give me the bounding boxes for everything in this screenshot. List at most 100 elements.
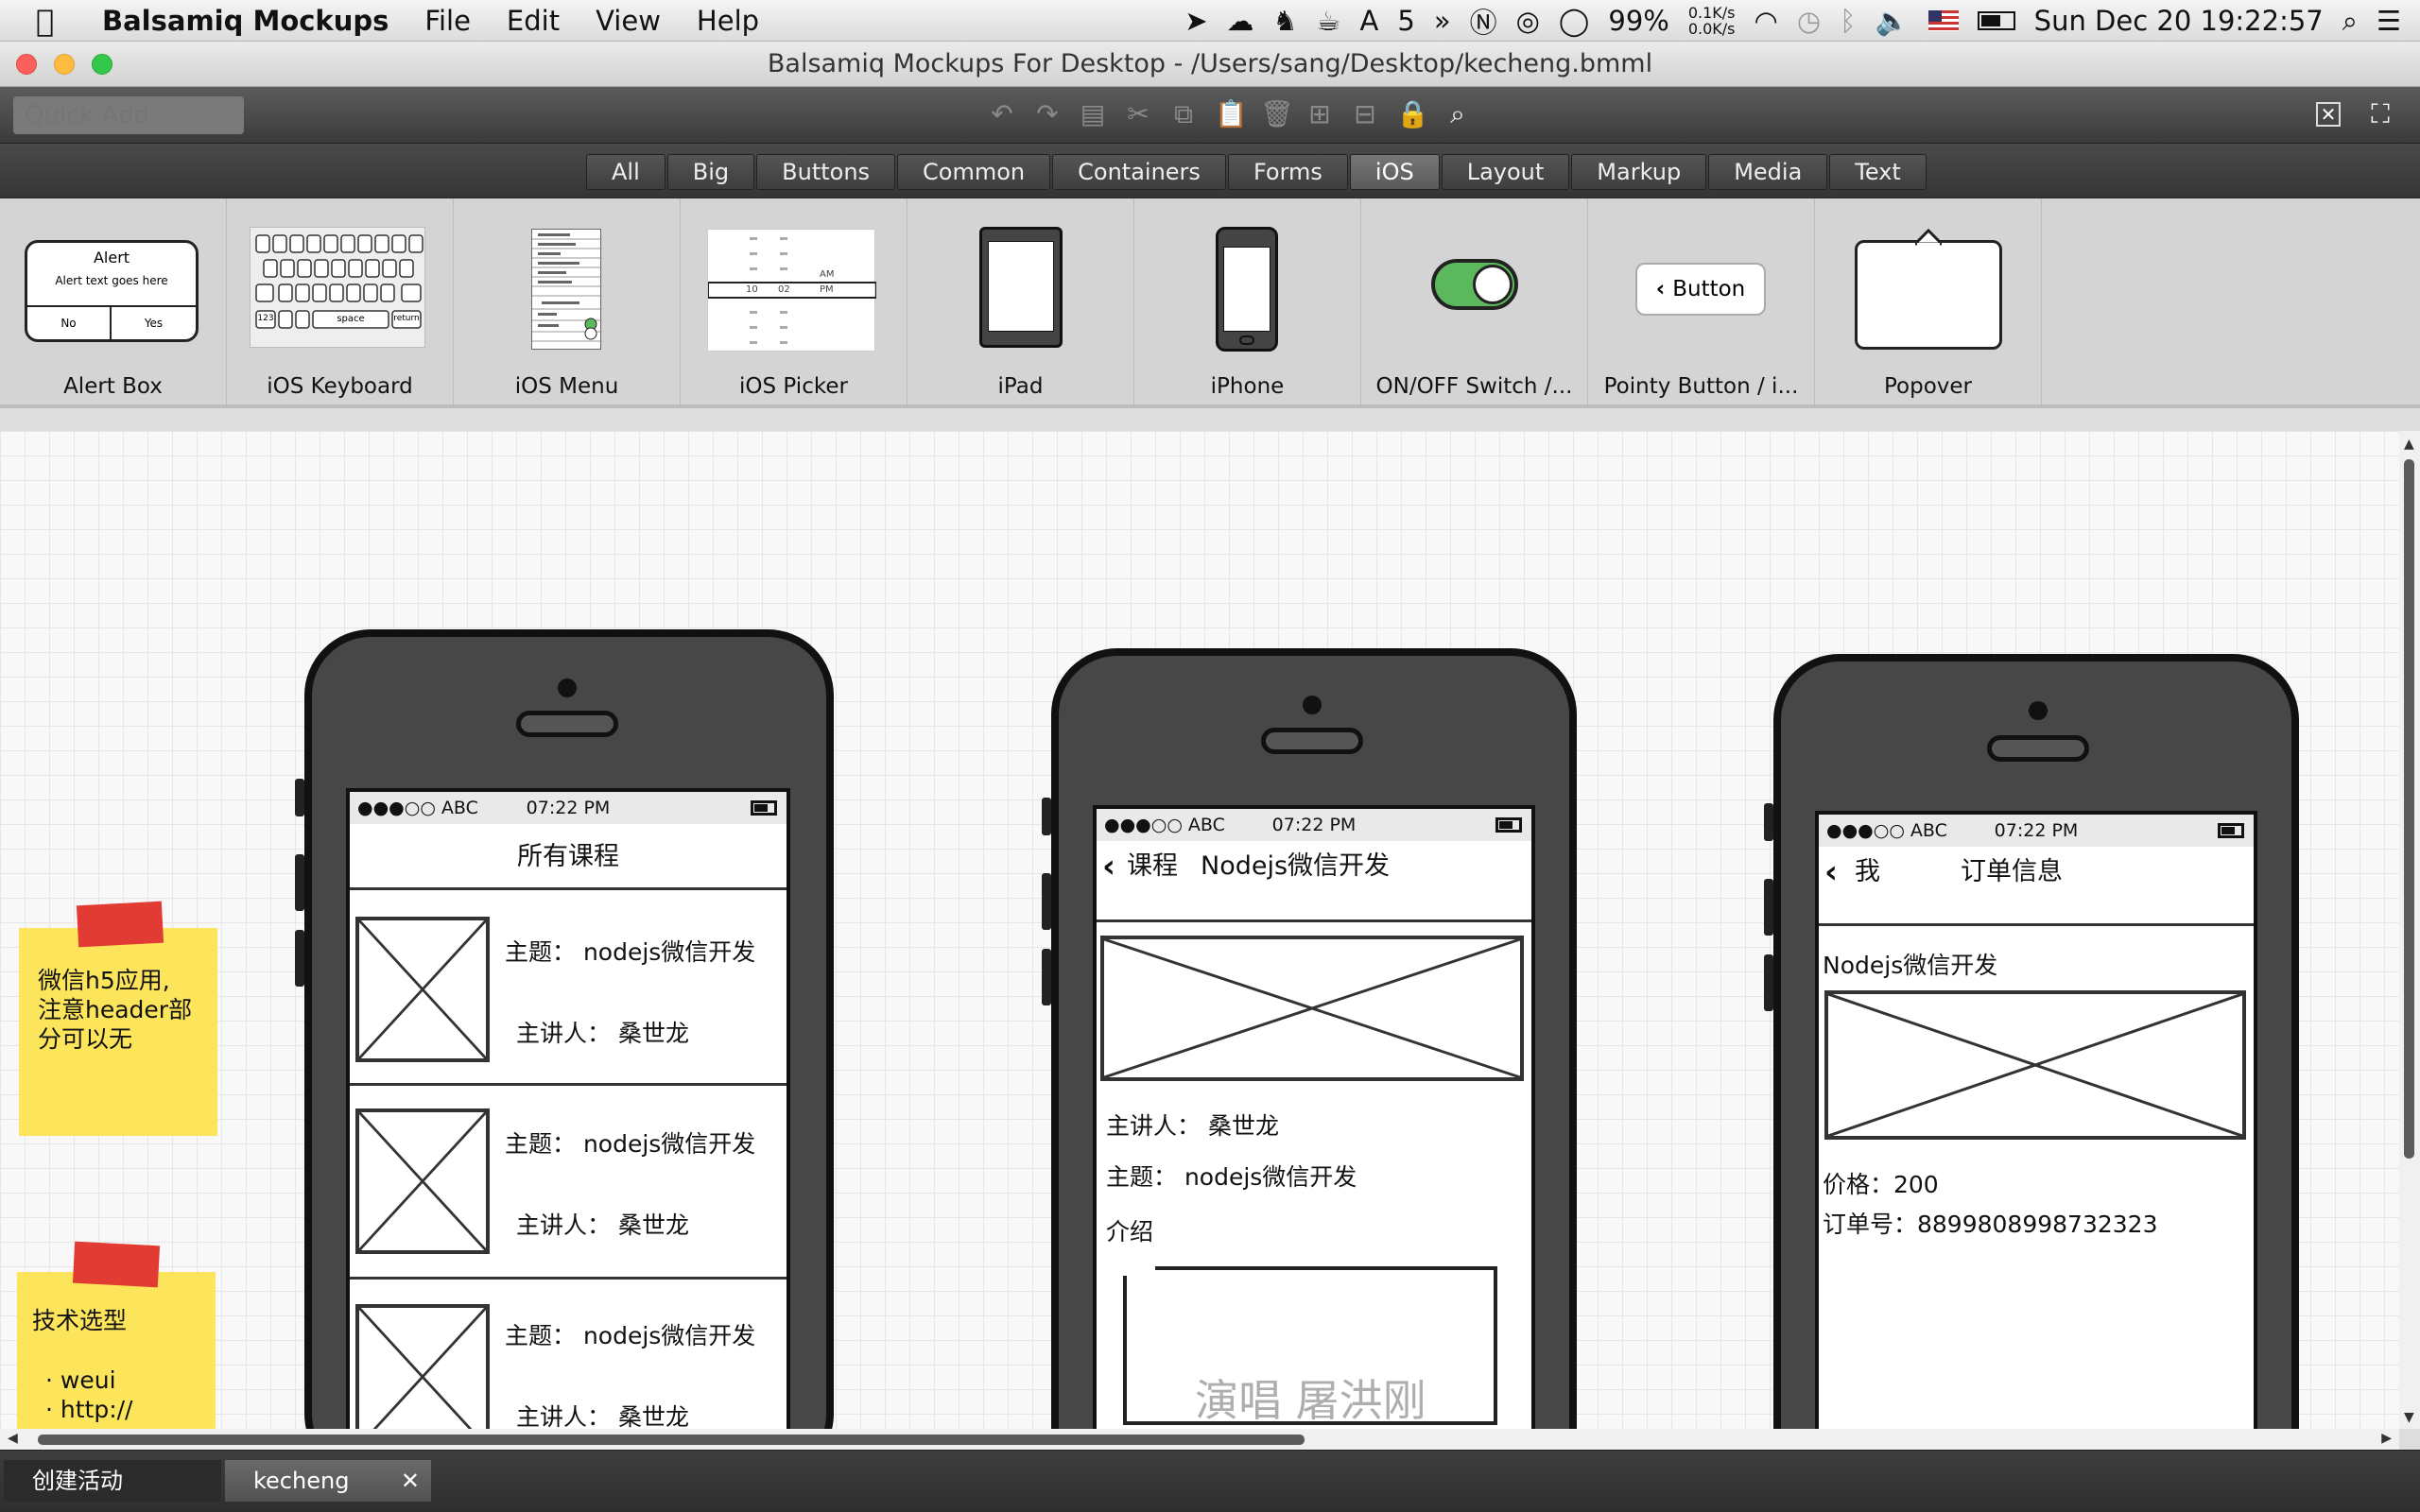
price-text: 价格：200 — [1823, 1171, 1939, 1198]
battery-ring-icon[interactable]: ◯ — [1559, 5, 1589, 37]
library-item-iphone[interactable]: iPhone — [1134, 198, 1361, 408]
mockup-canvas[interactable]: 微信h5应用, 注意header部 分可以无 技术选型 · weui · htt… — [0, 431, 2399, 1429]
category-containers[interactable]: Containers — [1052, 154, 1226, 190]
list-item[interactable]: 主题： nodejs微信开发 主讲人： 桑世龙 — [350, 892, 786, 1086]
fullscreen-icon[interactable]: ⛶ — [2366, 100, 2394, 129]
course-speaker: 主讲人： 桑世龙 — [516, 1403, 689, 1429]
iphone-mockup[interactable]: ●●●○○ ABC 07:22 PM ‹ 课程 Nodejs微信开发 主讲人： … — [1042, 648, 1577, 1429]
note-tape — [76, 901, 164, 948]
back-button[interactable]: 我 — [1855, 847, 1880, 898]
bluetooth-icon[interactable]: ᛒ — [1840, 5, 1856, 37]
popover-thumb — [1855, 240, 2002, 350]
category-common[interactable]: Common — [897, 154, 1051, 190]
clock[interactable]: Sun Dec 20 19:22:57 — [2034, 5, 2324, 37]
scroll-right-arrow[interactable]: ▶ — [2381, 1431, 2392, 1446]
category-media[interactable]: Media — [1708, 154, 1828, 190]
list-icon[interactable]: ☰ — [2377, 5, 2401, 37]
adobe-icon[interactable]: A — [1360, 5, 1379, 37]
category-ios[interactable]: iOS — [1349, 154, 1440, 190]
cut-icon[interactable]: ✂ — [1124, 100, 1152, 129]
iphone-mockup[interactable]: ●●●○○ ABC 07:22 PM ‹ 我 订单信息 Nodejs微信开发 价… — [1764, 654, 2299, 1429]
forward-icon[interactable]: » — [1434, 5, 1451, 37]
category-buttons[interactable]: Buttons — [756, 154, 896, 190]
category-text[interactable]: Text — [1829, 154, 1927, 190]
library-item-ios-menu[interactable]: iOS Menu — [454, 198, 681, 408]
flag-icon[interactable] — [1927, 10, 1959, 31]
volume-icon[interactable]: 🔈 — [1876, 5, 1910, 38]
menu-help[interactable]: Help — [697, 5, 759, 37]
battery-icon[interactable] — [1977, 11, 2015, 30]
scroll-thumb[interactable] — [2404, 459, 2414, 1159]
ipad-thumb — [979, 227, 1063, 348]
minimize-window-button[interactable] — [54, 54, 75, 75]
apple-icon[interactable]:  — [36, 2, 74, 40]
image-placeholder — [1100, 936, 1524, 1081]
iphone-thumb — [1216, 227, 1278, 352]
tab-kecheng[interactable]: kecheng ✕ — [225, 1460, 431, 1502]
popover-pointer — [1915, 229, 1942, 246]
tab-create-activity[interactable]: 创建活动 — [4, 1460, 221, 1502]
undo-icon[interactable]: ↶ — [988, 100, 1016, 129]
redo-icon[interactable]: ↷ — [1033, 100, 1062, 129]
nav-title: 订单信息 — [1961, 857, 2063, 886]
image-placeholder — [355, 917, 490, 1062]
search-icon[interactable]: ⌕ — [2342, 5, 2358, 38]
category-all[interactable]: All — [586, 154, 666, 190]
wechat-icon[interactable]: ☁ — [1227, 5, 1254, 37]
library-item-switch[interactable]: ON/OFF Switch /... — [1361, 198, 1588, 408]
chevron-left-icon[interactable]: ‹ — [1102, 841, 1115, 892]
send-icon[interactable]: ➤ — [1184, 5, 1207, 37]
iphone-mockup[interactable]: ●●●○○ ABC 07:22 PM 所有课程 主题： nodejs微信开发 主… — [295, 629, 834, 1429]
group-icon[interactable]: ▤ — [1079, 100, 1107, 129]
scroll-up-arrow[interactable]: ▲ — [2404, 437, 2414, 452]
back-button[interactable]: 课程 — [1127, 841, 1178, 892]
wifi-icon[interactable]: ◠ — [1754, 5, 1778, 37]
n-icon[interactable]: Ⓝ — [1470, 1, 1497, 41]
scroll-left-arrow[interactable]: ◀ — [8, 1431, 18, 1446]
category-forms[interactable]: Forms — [1227, 154, 1348, 190]
list-item[interactable]: 主题： nodejs微信开发 主讲人： 桑世龙 — [350, 1086, 786, 1280]
library-item-ios-keyboard[interactable]: space return 123 iOS Keyboard — [227, 198, 454, 408]
coffee-icon[interactable]: ☕ — [1317, 5, 1341, 37]
lock-icon[interactable]: 🔒 — [1396, 100, 1429, 129]
close-icon[interactable]: ✕ — [401, 1460, 420, 1502]
copy-icon[interactable]: ⧉ — [1169, 100, 1198, 129]
close-window-button[interactable] — [16, 54, 37, 75]
category-markup[interactable]: Markup — [1571, 154, 1707, 190]
delete-icon[interactable]: 🗑 — [1260, 100, 1294, 129]
library-item-popover[interactable]: Popover — [1815, 198, 2042, 408]
time-machine-icon[interactable]: ◷ — [1797, 5, 1821, 37]
library-label: iPad — [997, 374, 1044, 399]
switch-thumb — [1431, 259, 1518, 310]
library-item-ios-picker[interactable]: 10 02 AM PM iOS Picker — [681, 198, 908, 408]
align-icon[interactable]: ⊞ — [1305, 100, 1334, 129]
vertical-scrollbar[interactable]: ▲ ▼ — [2399, 431, 2420, 1429]
distribute-icon[interactable]: ⊟ — [1351, 100, 1379, 129]
close-panel-icon[interactable]: ✕ — [2316, 102, 2341, 127]
scroll-thumb[interactable] — [38, 1435, 1305, 1445]
library-item-pointy-button[interactable]: ‹ Button Pointy Button / i... — [1588, 198, 1815, 408]
zoom-window-button[interactable] — [92, 54, 112, 75]
sticky-note[interactable]: 微信h5应用, 注意header部 分可以无 — [19, 928, 217, 1136]
search-icon[interactable]: ⌕ — [1443, 100, 1472, 129]
evernote-icon[interactable]: ♞ — [1273, 5, 1298, 37]
category-layout[interactable]: Layout — [1441, 154, 1570, 190]
library-item-alert-box[interactable]: Alert Alert text goes here No Yes Alert … — [0, 198, 227, 408]
menu-edit[interactable]: Edit — [507, 5, 560, 37]
sticky-note[interactable]: 技术选型 · weui · http:// — [17, 1272, 216, 1429]
paste-icon[interactable]: 📋 — [1215, 100, 1248, 129]
menu-view[interactable]: View — [596, 5, 661, 37]
category-big[interactable]: Big — [666, 154, 755, 190]
library-item-ipad[interactable]: iPad — [908, 198, 1134, 408]
watermark: 演唱 屠洪刚 — [1195, 1375, 1426, 1426]
image-placeholder — [355, 1304, 490, 1429]
app-menu[interactable]: Balsamiq Mockups — [102, 5, 389, 37]
quick-add-input[interactable] — [13, 96, 244, 134]
nav-title: 所有课程 — [517, 842, 619, 871]
menu-file[interactable]: File — [424, 5, 471, 37]
shield-icon[interactable]: ◎ — [1516, 5, 1540, 37]
horizontal-scrollbar[interactable]: ◀ ▶ — [0, 1429, 2399, 1450]
chevron-left-icon[interactable]: ‹ — [1824, 847, 1838, 898]
list-item[interactable]: 主题： nodejs微信开发 主讲人： 桑世龙 — [350, 1280, 786, 1429]
scroll-down-arrow[interactable]: ▼ — [2404, 1410, 2414, 1425]
